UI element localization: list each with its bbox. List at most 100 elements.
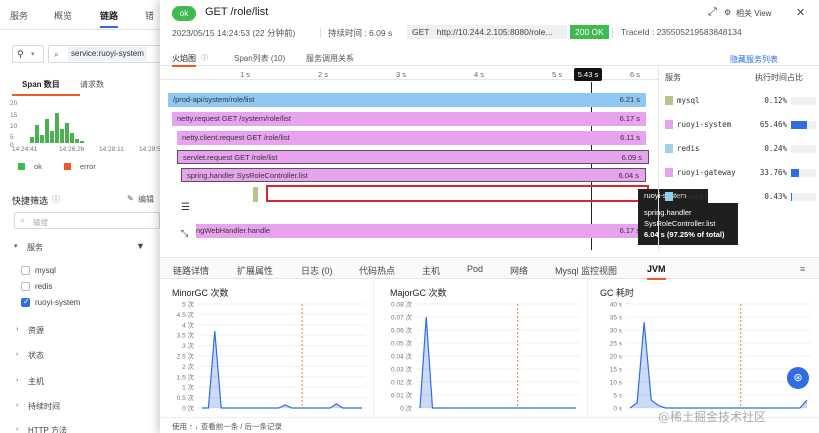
y-tick-label: 1 次 bbox=[182, 383, 194, 392]
checkbox-ruoyi-system[interactable] bbox=[21, 297, 30, 307]
edit-icon[interactable]: ✎ bbox=[127, 194, 134, 203]
span-bar-mysql[interactable] bbox=[253, 187, 258, 202]
mini-bar bbox=[65, 123, 69, 143]
chart-major-gc: MajorGC 次数 0.08 次 0.07 次 0.06 次 0.05 次 0.04 … bbox=[378, 280, 588, 416]
mini-bar bbox=[45, 119, 49, 143]
y-tick-label: 0.08 次 bbox=[391, 300, 412, 309]
service-redis[interactable]: redis bbox=[35, 282, 180, 291]
section-duration[interactable]: 持续时间 bbox=[28, 401, 173, 412]
chart-title: MinorGC 次数 bbox=[172, 288, 229, 298]
span-bar[interactable]: servlet.request GET /role/list 6.09 s bbox=[177, 150, 649, 164]
time-tick: 3 s bbox=[396, 70, 407, 79]
service-ruoyi-system[interactable]: ruoyi-system bbox=[35, 298, 180, 307]
span-bar[interactable]: netty.request GET /system/role/list 6.17… bbox=[172, 112, 646, 126]
related-view-button[interactable]: 相关 View bbox=[736, 8, 771, 19]
search-input[interactable]: ⌕ service:ruoyi-system bbox=[48, 45, 165, 63]
y-tick-label: 0.06 次 bbox=[391, 326, 412, 335]
chart-minor-gc: MinorGC 次数 5 次 4.5 次4 次 3.5 次3 次 2.5 次2 次 1.… bbox=[160, 280, 374, 416]
trace-duration: 持续时间 : 6.09 s bbox=[328, 28, 393, 38]
quick-filter-title: 快捷筛选 bbox=[12, 196, 49, 206]
chevron-right-icon[interactable]: › bbox=[16, 426, 18, 433]
mini-bar bbox=[70, 133, 74, 143]
close-icon[interactable]: ✕ bbox=[796, 6, 805, 19]
chevron-right-icon[interactable]: › bbox=[16, 326, 18, 333]
legend-ok-label: ok bbox=[34, 162, 42, 171]
chevron-down-icon[interactable]: ▾ bbox=[14, 242, 18, 250]
y-tick-label: 25 s bbox=[610, 341, 623, 348]
service-pct-bar bbox=[791, 193, 816, 201]
tab-host[interactable]: 主机 bbox=[422, 264, 440, 277]
chevron-right-icon[interactable]: › bbox=[16, 377, 18, 384]
service-row[interactable]: redis 0.24% bbox=[659, 140, 819, 158]
tab-span-list[interactable]: Span列表 (10) bbox=[234, 53, 285, 64]
chevron-down-icon: ▾ bbox=[31, 51, 35, 58]
tab-pod[interactable]: Pod bbox=[467, 264, 483, 274]
trace-id: TraceId : 235505219583848134 bbox=[621, 27, 742, 37]
tab-flame-graph[interactable]: 火焰图 bbox=[172, 53, 196, 67]
service-mysql[interactable]: mysql bbox=[35, 266, 180, 275]
service-row[interactable]: ruoyi-system 65.46% bbox=[659, 116, 819, 134]
tab-service-map[interactable]: 服务调用关系 bbox=[306, 53, 354, 64]
x-tick: 14:24:41 bbox=[12, 146, 38, 153]
watermark: @稀土掘金技术社区 bbox=[658, 410, 767, 424]
span-bar[interactable]: netty.client.request GET /role/list 6.11… bbox=[177, 131, 646, 145]
tab-network[interactable]: 网络 bbox=[510, 264, 528, 277]
tab-code-hotspot[interactable]: 代码热点 bbox=[359, 264, 395, 277]
expand-icon[interactable]: ⤢ bbox=[708, 6, 717, 19]
span-duration: 6.09 s bbox=[621, 153, 642, 162]
checkbox-redis[interactable] bbox=[21, 282, 30, 291]
span-bar[interactable]: ngWebHandler.handle 6.17 s bbox=[196, 224, 646, 238]
chevron-right-icon[interactable]: › bbox=[16, 351, 18, 358]
span-duration: 6.21 s bbox=[619, 95, 640, 104]
tab-error[interactable]: 错 bbox=[145, 9, 154, 22]
hide-services-link[interactable]: 隐藏服务列表 bbox=[730, 54, 778, 65]
y-tick-label: 3 次 bbox=[182, 341, 194, 350]
tab-request-count[interactable]: 请求数 bbox=[80, 79, 104, 90]
section-resource[interactable]: 资源 bbox=[28, 325, 173, 336]
chart-gc-time: GC 耗时 40 s 35 s 30 s 25 s 20 s 15 s 10 s 5 s 0 s bbox=[588, 280, 819, 416]
y-tick-label: 0.04 次 bbox=[391, 352, 412, 361]
mini-bar bbox=[80, 141, 84, 143]
edit-button[interactable]: 编辑 bbox=[138, 194, 154, 205]
http-method: GET bbox=[412, 27, 430, 37]
tab-trace-detail[interactable]: 链路详情 bbox=[173, 264, 209, 277]
chevron-right-icon[interactable]: › bbox=[16, 402, 18, 409]
section-host[interactable]: 主机 bbox=[28, 376, 173, 387]
tab-logs[interactable]: 日志 (0) bbox=[301, 264, 333, 277]
menu-icon[interactable]: ☰ bbox=[181, 202, 190, 213]
service-pct-fill bbox=[791, 169, 800, 177]
filter-search-input[interactable]: ⌕ 输搜 bbox=[14, 212, 160, 229]
span-name: spring.handler SysRoleController.list bbox=[187, 171, 308, 180]
span-name: /prod-api/system/role/list bbox=[173, 95, 255, 104]
filter-icon[interactable]: ▼ bbox=[136, 241, 145, 251]
time-tick: 2 s bbox=[318, 70, 329, 79]
robot-icon[interactable]: ⊛ bbox=[787, 367, 809, 389]
tab-service[interactable]: 服务 bbox=[10, 9, 28, 22]
checkbox-mysql[interactable] bbox=[21, 266, 30, 275]
tab-trace[interactable]: 链路 bbox=[100, 9, 119, 28]
service-header: 服务 bbox=[665, 73, 681, 82]
tab-jvm[interactable]: JVM bbox=[647, 264, 666, 280]
service-pct-bar bbox=[791, 121, 816, 129]
collapse-icon[interactable]: ⤡ bbox=[181, 228, 188, 239]
service-pct: 0.12% bbox=[764, 96, 787, 105]
tab-mysql-monitor[interactable]: Mysql 监控视图 bbox=[555, 264, 617, 277]
span-bar[interactable]: /prod-api/system/role/list 6.21 s bbox=[168, 93, 646, 107]
section-services[interactable]: 服务 bbox=[27, 242, 172, 253]
service-row[interactable]: ruoyi-gateway 33.76% bbox=[659, 164, 819, 182]
service-swatch bbox=[665, 192, 673, 201]
filter-dropdown[interactable]: ⚲ ▾ bbox=[12, 45, 44, 63]
section-status[interactable]: 状态 bbox=[28, 350, 173, 361]
span-name: netty.request GET /system/role/list bbox=[177, 114, 291, 123]
tab-span-count[interactable]: Span 数目 bbox=[22, 79, 60, 90]
settings-icon[interactable]: ≡ bbox=[800, 264, 805, 274]
legend-error-label: error bbox=[80, 162, 96, 171]
section-http-method[interactable]: HTTP 方法 bbox=[28, 425, 173, 433]
service-row[interactable]: mysql 0.12% bbox=[659, 92, 819, 110]
span-bar-selected[interactable]: spring.handler SysRoleController.list 6.… bbox=[181, 168, 646, 182]
search-icon: ⌕ bbox=[54, 49, 60, 59]
page-title: GET /role/list bbox=[205, 6, 269, 18]
tab-overview[interactable]: 概览 bbox=[54, 9, 72, 22]
service-row[interactable]: browser 0.43% bbox=[659, 188, 819, 206]
tab-attributes[interactable]: 扩展属性 bbox=[237, 264, 273, 277]
